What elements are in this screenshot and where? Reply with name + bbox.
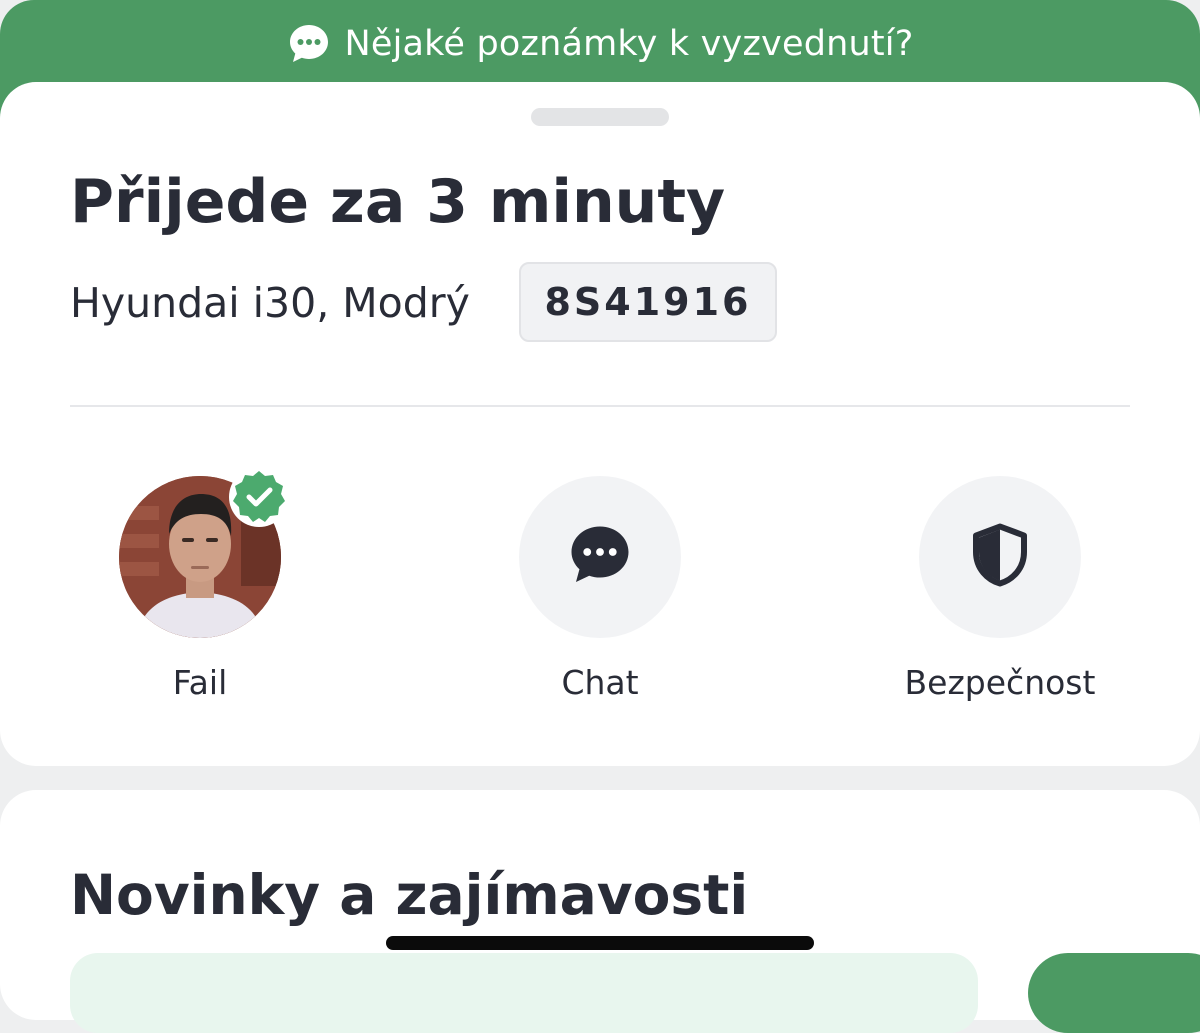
news-section: Novinky a zajímavosti (0, 790, 1200, 1033)
shield-icon (970, 522, 1030, 592)
driver-name-label: Fail (172, 663, 228, 702)
safety-label: Bezpečnost (904, 663, 1096, 702)
news-title: Novinky a zajímavosti (70, 863, 749, 927)
news-card-next[interactable] (1028, 953, 1200, 1033)
ride-status-sheet: Přijede za 3 minuty Hyundai i30, Modrý 8… (0, 82, 1200, 766)
license-plate: 8S41916 (519, 262, 777, 342)
home-indicator[interactable] (386, 936, 814, 950)
driver-profile-button[interactable]: Fail (80, 467, 320, 716)
eta-title: Přijede za 3 minuty (70, 167, 726, 237)
car-description: Hyundai i30, Modrý (70, 279, 470, 327)
chat-circle[interactable] (519, 476, 681, 638)
safety-circle[interactable] (919, 476, 1081, 638)
chat-bubble-icon (567, 522, 633, 592)
chat-label: Chat (561, 663, 639, 702)
chat-bubble-icon (287, 22, 331, 66)
chat-button[interactable]: Chat (480, 476, 720, 716)
safety-button[interactable]: Bezpečnost (880, 476, 1120, 716)
news-card[interactable] (70, 953, 978, 1033)
verified-check-icon (228, 466, 290, 528)
divider (70, 405, 1130, 407)
pickup-notes-content[interactable]: Nějaké poznámky k vyzvednutí? (0, 18, 1200, 70)
pickup-notes-text: Nějaké poznámky k vyzvednutí? (344, 24, 914, 64)
sheet-drag-handle[interactable] (531, 108, 669, 126)
